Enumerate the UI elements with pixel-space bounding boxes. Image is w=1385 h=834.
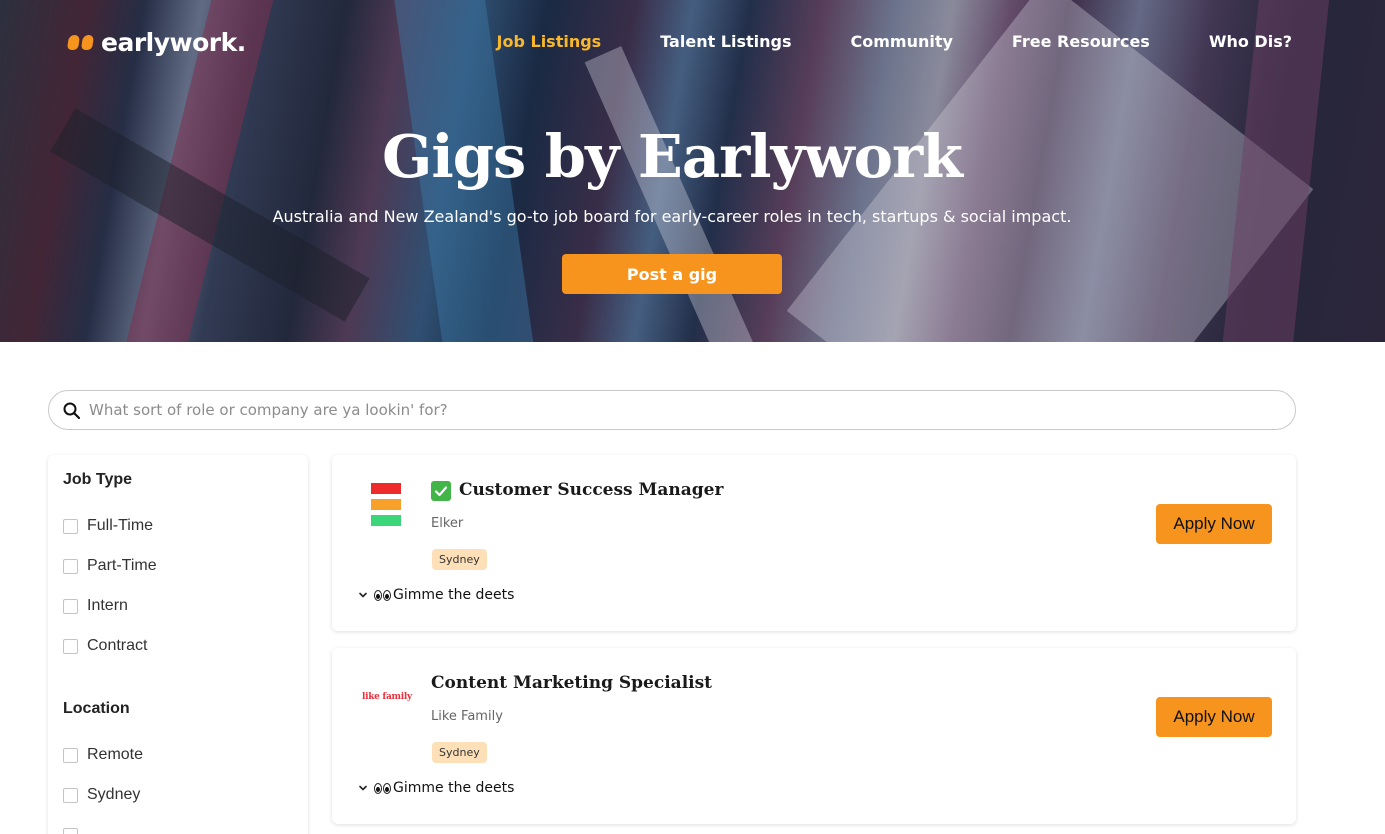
filter-label: Remote [87, 746, 144, 763]
hero-paint-stroke [584, 46, 756, 342]
details-label: Gimme the deets [393, 780, 515, 796]
logo-bar-orange [371, 499, 401, 510]
filter-label: Contract [87, 637, 148, 654]
nav-community[interactable]: Community [851, 32, 953, 51]
company-logo-like-family: like family [362, 676, 412, 726]
filter-option-full-time[interactable]: Full-Time [63, 517, 293, 534]
job-card[interactable]: Customer Success Manager Elker Sydney Gi… [332, 455, 1296, 631]
company-logo-text: like family [362, 692, 412, 702]
filter-label: Full-Time [87, 517, 154, 534]
logo-bar-green [371, 515, 401, 526]
nav-free-resources[interactable]: Free Resources [1012, 32, 1150, 51]
logo-bar-red [371, 483, 401, 494]
filter-option-intern[interactable]: Intern [63, 597, 293, 614]
filter-label: Sydney [87, 786, 141, 803]
company-name: Like Family [431, 709, 503, 724]
filter-group-job-type: Job Type Full-Time Part-Time Intern Cont… [63, 471, 293, 654]
job-title[interactable]: Content Marketing Specialist [431, 673, 712, 693]
nav-talent-listings[interactable]: Talent Listings [660, 32, 791, 51]
main-nav: Job Listings Talent Listings Community F… [438, 32, 1292, 51]
company-name: Elker [431, 516, 464, 531]
details-toggle[interactable]: Gimme the deets [358, 587, 514, 603]
filter-option-contract[interactable]: Contract [63, 637, 293, 654]
chevron-down-icon [358, 588, 374, 602]
page-subtitle: Australia and New Zealand's go-to job bo… [272, 207, 1072, 226]
eyes-icon [374, 782, 391, 794]
filter-option-sydney[interactable]: Sydney [63, 786, 293, 803]
post-gig-button[interactable]: Post a gig [562, 254, 782, 294]
chevron-down-icon [358, 781, 374, 795]
company-logo-elker [362, 483, 410, 533]
filter-option-next[interactable] [63, 827, 293, 834]
filter-label: Intern [87, 597, 128, 614]
filter-option-remote[interactable]: Remote [63, 746, 293, 763]
job-title-text: Customer Success Manager [459, 480, 724, 500]
eyes-icon [374, 589, 391, 601]
filter-option-part-time[interactable]: Part-Time [63, 557, 293, 574]
site-logo[interactable]: earlywork. [66, 28, 246, 57]
filter-title: Location [63, 700, 130, 717]
checkbox[interactable] [63, 598, 78, 614]
job-title[interactable]: Customer Success Manager [431, 480, 723, 501]
details-label: Gimme the deets [393, 587, 515, 603]
filters-sidebar: Job Type Full-Time Part-Time Intern Cont… [48, 455, 308, 834]
check-mark-icon [431, 481, 451, 501]
quote-marks-icon [66, 35, 95, 50]
hero-banner: earlywork. Job Listings Talent Listings … [0, 0, 1385, 342]
filter-group-location: Location Remote Sydney [63, 700, 293, 834]
search-input[interactable] [89, 392, 1295, 428]
apply-now-button[interactable]: Apply Now [1156, 504, 1272, 544]
checkbox[interactable] [63, 747, 78, 763]
checkbox[interactable] [63, 638, 78, 654]
location-badge: Sydney [432, 549, 487, 570]
search-bar [48, 390, 1296, 430]
search-icon [61, 400, 81, 420]
job-card[interactable]: like family Content Marketing Specialist… [332, 648, 1296, 824]
checkbox[interactable] [63, 787, 78, 803]
nav-job-listings[interactable]: Job Listings [497, 32, 602, 51]
page-title: Gigs by Earlywork [382, 122, 963, 191]
checkbox[interactable] [63, 518, 78, 534]
logo-text: earlywork. [101, 28, 246, 57]
apply-now-button[interactable]: Apply Now [1156, 697, 1272, 737]
checkbox[interactable] [63, 558, 78, 574]
location-badge: Sydney [432, 742, 487, 763]
checkbox[interactable] [63, 827, 78, 834]
nav-who-dis[interactable]: Who Dis? [1209, 32, 1292, 51]
filter-label: Part-Time [87, 557, 157, 574]
filter-title: Job Type [63, 471, 133, 488]
details-toggle[interactable]: Gimme the deets [358, 780, 514, 796]
